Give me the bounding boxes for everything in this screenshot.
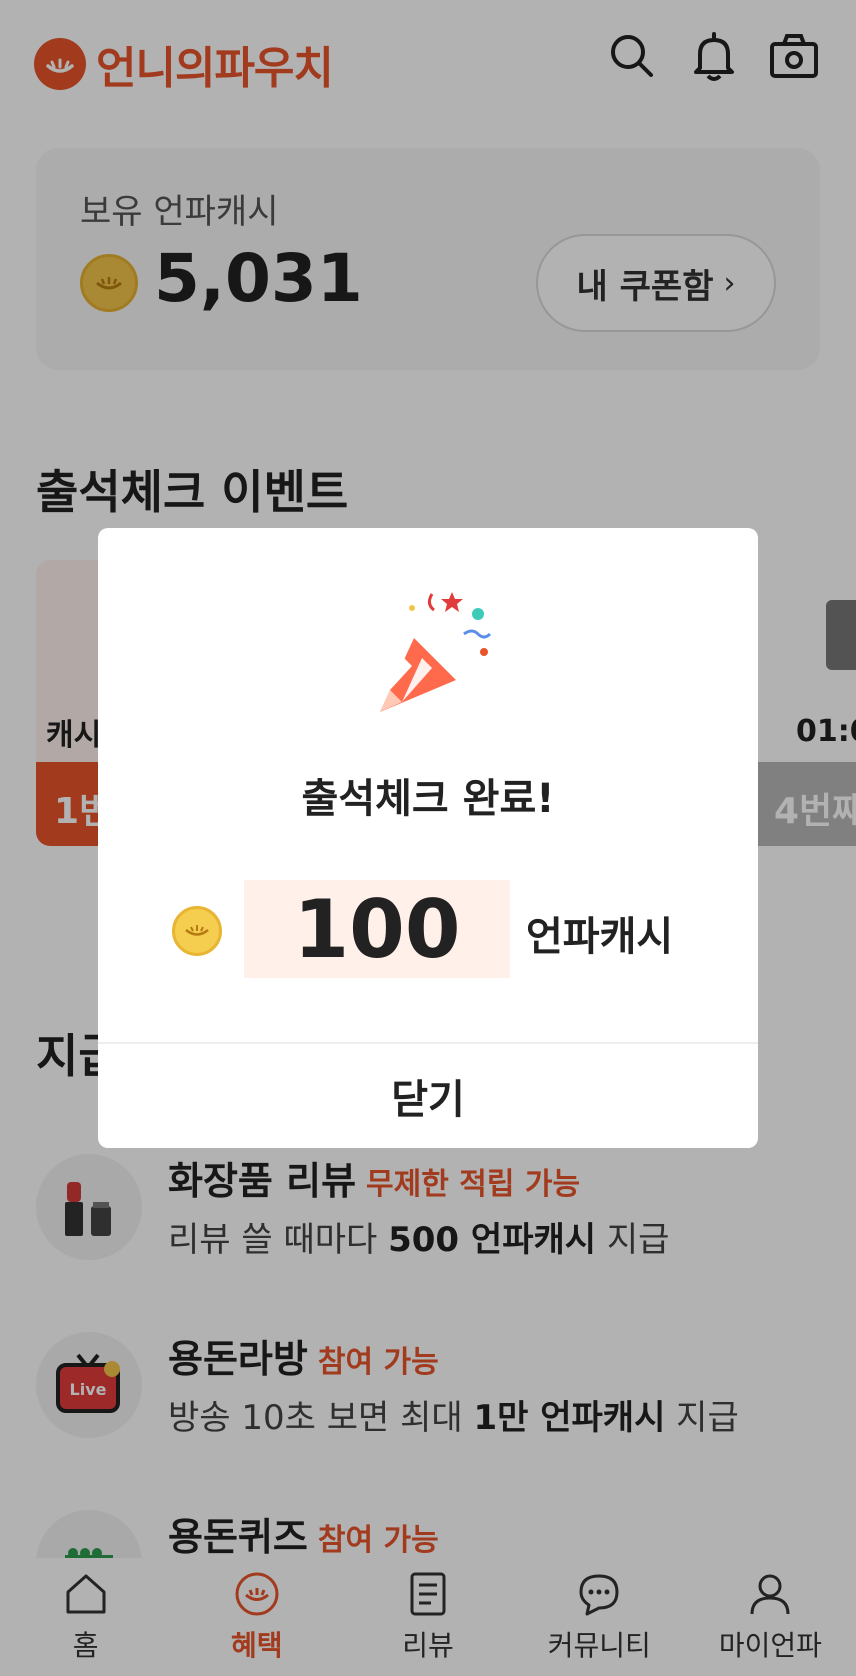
attendance-complete-dialog: 출석체크 완료! 100 언파캐시 닫기 (98, 528, 758, 1148)
reward-unit: 언파캐시 (526, 914, 674, 960)
reward-row: 100 언파캐시 (98, 880, 758, 978)
dialog-title: 출석체크 완료! (301, 776, 555, 822)
party-popper-icon (360, 584, 500, 724)
close-button[interactable]: 닫기 (98, 1044, 758, 1148)
coin-icon (172, 906, 222, 956)
reward-amount: 100 (244, 880, 510, 978)
